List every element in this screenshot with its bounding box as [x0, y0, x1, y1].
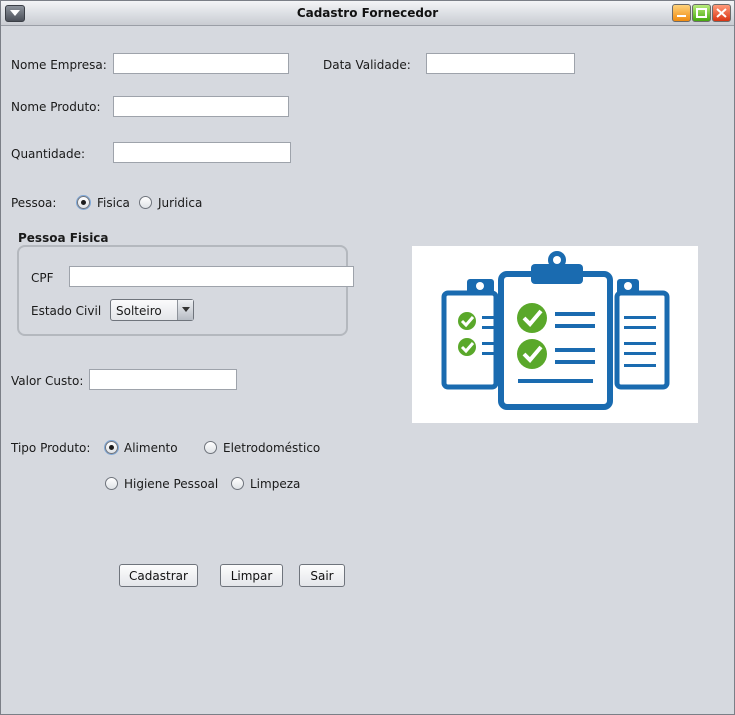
estado-civil-label: Estado Civil: [31, 304, 102, 318]
window-title: Cadastro Fornecedor: [296, 6, 439, 20]
limpar-button[interactable]: Limpar: [220, 564, 283, 587]
tipo-alimento-radio-label[interactable]: Alimento: [124, 441, 178, 455]
valor-custo-field[interactable]: [89, 369, 237, 390]
chevron-down-icon: [182, 307, 190, 312]
sair-button[interactable]: Sair: [299, 564, 345, 587]
estado-civil-dropdown-arrow[interactable]: [177, 300, 193, 320]
nome-produto-label: Nome Produto:: [11, 100, 101, 114]
estado-civil-selected: Solteiro: [116, 304, 162, 318]
pessoa-fisica-radio-label[interactable]: Fisica: [97, 196, 130, 210]
close-button[interactable]: [712, 4, 731, 22]
cpf-label: CPF: [31, 271, 54, 285]
tipo-higiene-radio-label[interactable]: Higiene Pessoal: [124, 477, 218, 491]
nome-empresa-label: Nome Empresa:: [11, 58, 107, 72]
close-icon: [716, 8, 727, 18]
nome-produto-field[interactable]: [113, 96, 289, 117]
pessoa-fisica-radio[interactable]: [77, 196, 90, 209]
cpf-field[interactable]: [69, 266, 354, 287]
pessoa-juridica-radio-label[interactable]: Juridica: [158, 196, 202, 210]
quantidade-label: Quantidade:: [11, 147, 86, 161]
minimize-icon: [677, 15, 686, 17]
maximize-icon: [696, 8, 707, 18]
tipo-alimento-radio[interactable]: [105, 441, 118, 454]
tipo-eletrodomestico-radio-label[interactable]: Eletrodoméstico: [223, 441, 320, 455]
maximize-button[interactable]: [692, 4, 711, 22]
tipo-limpeza-radio[interactable]: [231, 477, 244, 490]
pessoa-juridica-radio[interactable]: [139, 196, 152, 209]
title-bar[interactable]: Cadastro Fornecedor: [1, 1, 734, 26]
quantidade-field[interactable]: [113, 142, 291, 163]
clipboard-checklist-icon: [441, 251, 670, 410]
valor-custo-label: Valor Custo:: [11, 374, 84, 388]
tipo-higiene-radio[interactable]: [105, 477, 118, 490]
cadastrar-button[interactable]: Cadastrar: [119, 564, 198, 587]
data-validade-field[interactable]: [426, 53, 575, 74]
data-validade-label: Data Validade:: [323, 58, 411, 72]
pessoa-fisica-group: [17, 245, 348, 336]
app-window: Cadastro Fornecedor Nome Empresa: Data V…: [0, 0, 735, 715]
estado-civil-select[interactable]: Solteiro: [110, 299, 194, 321]
pessoa-label: Pessoa:: [11, 196, 57, 210]
illustration-image: [412, 246, 698, 423]
minimize-button[interactable]: [672, 4, 691, 22]
tipo-eletrodomestico-radio[interactable]: [204, 441, 217, 454]
tipo-produto-label: Tipo Produto:: [11, 441, 91, 455]
tipo-limpeza-radio-label[interactable]: Limpeza: [250, 477, 300, 491]
nome-empresa-field[interactable]: [113, 53, 289, 74]
pessoa-fisica-group-title: Pessoa Fisica: [18, 231, 109, 245]
